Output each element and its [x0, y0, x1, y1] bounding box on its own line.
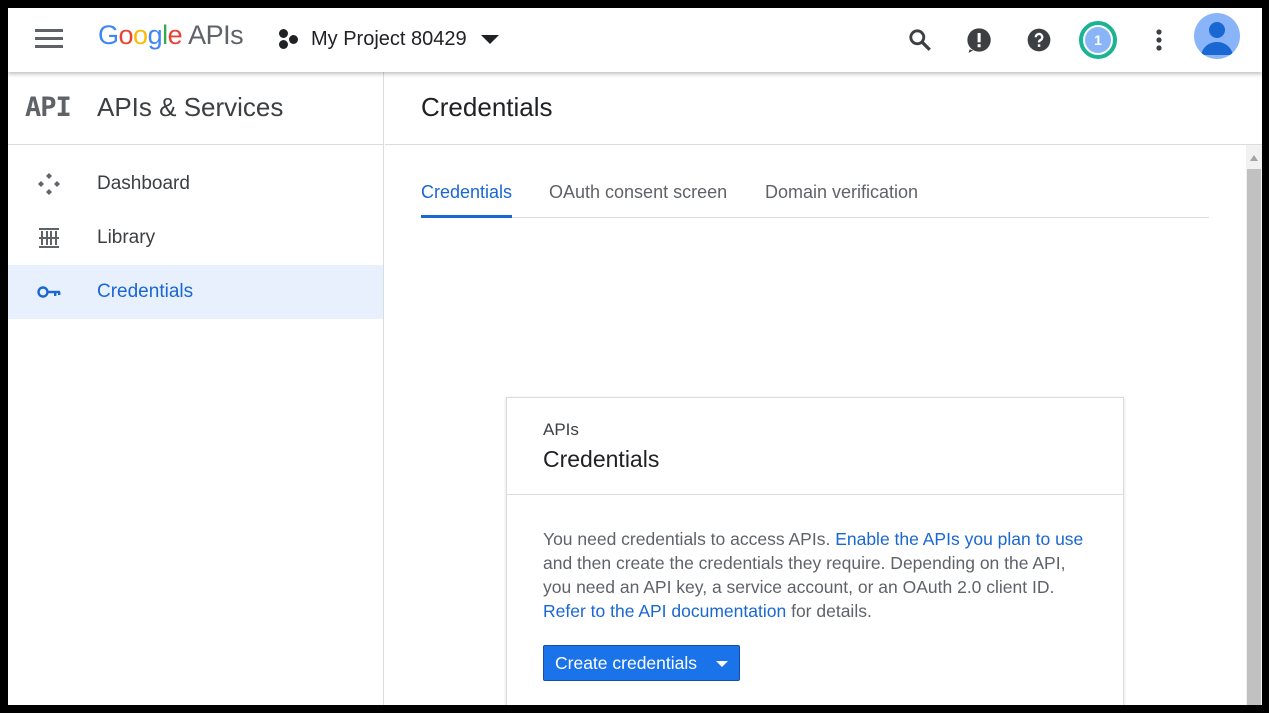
console-window: Google APIs My Project 80429 1 API APIs … — [8, 8, 1262, 705]
description-text: and then create the credentials they req… — [543, 553, 1066, 597]
credentials-card: APIs Credentials You need credentials to… — [506, 397, 1124, 705]
description-text: You need credentials to access APIs. — [543, 529, 836, 549]
project-name: My Project 80429 — [311, 27, 467, 50]
sidebar: API APIs & Services Dashboard Library Cr… — [8, 72, 384, 705]
tab-domain-verification[interactable]: Domain verification — [765, 182, 918, 218]
page-title: Credentials — [421, 92, 553, 122]
logo-letter: o — [118, 20, 134, 50]
card-kicker: APIs — [543, 420, 579, 439]
tab-oauth-consent-screen[interactable]: OAuth consent screen — [549, 182, 727, 218]
api-logo-icon: API — [25, 92, 72, 123]
hamburger-menu-icon[interactable] — [30, 24, 68, 56]
logo-letter: G — [98, 20, 119, 50]
account-avatar[interactable] — [1194, 13, 1240, 59]
notification-count: 1 — [1085, 27, 1111, 53]
sidebar-item-label: Library — [97, 227, 156, 248]
description-text: for details. — [786, 601, 872, 621]
feedback-icon[interactable] — [959, 20, 999, 60]
key-icon — [35, 280, 63, 304]
sidebar-title: APIs & Services — [97, 92, 284, 122]
sidebar-item-credentials[interactable]: Credentials — [8, 265, 383, 319]
tab-credentials[interactable]: Credentials — [421, 182, 513, 218]
scrollbar-thumb[interactable] — [1247, 169, 1261, 705]
notification-badge: 1 — [1079, 21, 1117, 59]
google-apis-logo[interactable]: Google APIs — [98, 20, 244, 51]
main-content: Credentials Credentials OAuth consent sc… — [385, 72, 1262, 705]
card-description: You need credentials to access APIs. Ena… — [543, 527, 1091, 623]
create-credentials-label: Create credentials — [555, 652, 698, 673]
more-vert-icon[interactable] — [1139, 20, 1179, 60]
logo-letter: e — [167, 20, 183, 50]
project-nodes-icon — [278, 28, 300, 50]
sidebar-header: API APIs & Services — [8, 72, 383, 145]
sidebar-item-library[interactable]: Library — [8, 211, 383, 265]
tab-bar: Credentials OAuth consent screen Domain … — [421, 172, 1209, 218]
top-app-bar: Google APIs My Project 80429 1 — [8, 8, 1262, 72]
enable-apis-link[interactable]: Enable the APIs you plan to use — [835, 529, 1083, 549]
dashboard-icon — [35, 172, 63, 196]
library-icon — [35, 226, 63, 250]
logo-letter: g — [147, 20, 163, 50]
api-documentation-link[interactable]: Refer to the API documentation — [543, 601, 786, 621]
vertical-scrollbar[interactable] — [1246, 145, 1262, 705]
sidebar-item-dashboard[interactable]: Dashboard — [8, 157, 383, 211]
search-icon[interactable] — [900, 20, 940, 60]
help-icon[interactable] — [1019, 20, 1059, 60]
project-selector[interactable]: My Project 80429 — [278, 22, 499, 56]
dropdown-arrow-icon — [716, 661, 728, 667]
scroll-up-icon[interactable] — [1250, 155, 1258, 161]
caret-down-icon — [480, 34, 499, 44]
page-header: Credentials — [385, 72, 1262, 145]
card-title: Credentials — [543, 446, 660, 472]
sidebar-item-label: Dashboard — [97, 173, 190, 194]
sidebar-item-label: Credentials — [97, 281, 194, 302]
logo-letter: o — [133, 20, 148, 50]
notifications-icon[interactable]: 1 — [1078, 20, 1118, 60]
create-credentials-button[interactable]: Create credentials — [543, 645, 740, 681]
logo-apis-text: APIs — [188, 20, 244, 50]
card-header: APIs Credentials — [507, 398, 1123, 495]
